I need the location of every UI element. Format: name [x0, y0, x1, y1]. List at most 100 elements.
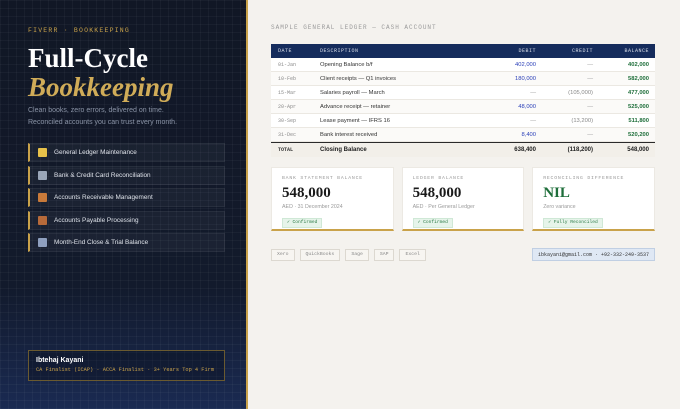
ledger-icon	[38, 148, 47, 157]
header-credit: CREDIT	[571, 48, 593, 54]
row-description: Lease payment — IFRS 16	[320, 117, 390, 124]
table-row: 30-Sep Lease payment — IFRS 16 — (13,200…	[271, 114, 655, 128]
ledger-section-title: SAMPLE GENERAL LEDGER — CASH ACCOUNT	[271, 24, 437, 31]
services-list: General Ledger Maintenance Bank & Credit…	[28, 143, 225, 252]
service-label: Bank & Credit Card Reconciliation	[54, 171, 151, 179]
row-credit: —	[587, 61, 593, 68]
table-row: 15-Mar Salaries payroll — March — (105,0…	[271, 86, 655, 100]
profile-name: Ibtehaj Kayani	[36, 357, 84, 364]
profile-card: Ibtehaj Kayani CA Finalist (ICAP) · ACCA…	[28, 350, 225, 381]
row-description: Bank interest received	[320, 131, 378, 138]
service-label: Accounts Receivable Management	[54, 194, 153, 201]
row-balance: 525,000	[628, 103, 649, 110]
service-label: Month-End Close & Trial Balance	[54, 239, 149, 246]
total-credit: (118,200)	[567, 147, 593, 153]
ledger-total-row: TOTAL Closing Balance 638,400 (118,200) …	[271, 142, 655, 157]
table-row: 10-Feb Client receipts — Q1 invoices 180…	[271, 72, 655, 86]
eyebrow-label: FIVERR · BOOKKEEPING	[28, 27, 131, 34]
row-debit: 402,000	[515, 61, 536, 68]
tagline: Clean books, zero errors, delivered on t…	[28, 105, 224, 128]
card-subtext: AED · Per General Ledger	[412, 204, 475, 210]
header-description: DESCRIPTION	[320, 48, 359, 54]
tagline-line1: Clean books, zero errors, delivered on t…	[28, 107, 164, 114]
right-panel: SAMPLE GENERAL LEDGER — CASH ACCOUNT DAT…	[248, 0, 680, 409]
ledger-header-row: DATE DESCRIPTION DEBIT CREDIT BALANCE	[271, 44, 655, 58]
chart-icon	[38, 238, 47, 247]
card-value: 548,000	[412, 185, 462, 201]
tool-tag-excel: Excel	[399, 248, 426, 261]
row-date: 01-Jan	[278, 61, 297, 68]
tool-tag-sage: Sage	[345, 248, 369, 261]
tagline-line2: Reconciled accounts you can trust every …	[28, 118, 178, 126]
service-item-month-end-close: Month-End Close & Trial Balance	[28, 233, 225, 252]
total-description: Closing Balance	[320, 147, 367, 153]
row-balance: 402,000	[628, 61, 649, 68]
row-date: 30-Sep	[278, 117, 297, 124]
reconciling-difference-card: RECONCILING DIFFERENCE NIL Zero variance…	[532, 167, 655, 231]
service-item-accounts-receivable: Accounts Receivable Management	[28, 188, 225, 207]
table-row: 01-Jan Opening Balance b/f 402,000 — 402…	[271, 58, 655, 72]
status-badge: ✓ Confirmed	[282, 217, 323, 228]
service-item-bank-reconciliation: Bank & Credit Card Reconciliation	[28, 165, 225, 185]
card-value: 548,000	[282, 185, 331, 201]
row-date: 10-Feb	[278, 75, 297, 82]
card-label: LEDGER BALANCE	[412, 176, 465, 181]
tool-tag-quickbooks: QuickBooks	[299, 248, 341, 261]
row-balance: 582,000	[628, 75, 649, 82]
status-badge: ✓ Confirmed	[412, 217, 453, 228]
software-tags: Xero QuickBooks Sage SAP Excel	[271, 248, 426, 261]
row-balance: 520,200	[628, 131, 649, 138]
reconciliation-cards: BANK STATEMENT BALANCE 548,000 AED · 31 …	[271, 167, 680, 231]
row-description: Advance receipt — retainer	[320, 103, 391, 110]
total-debit: 638,400	[514, 147, 536, 153]
ledger-balance-card: LEDGER BALANCE 548,000 AED · Per General…	[401, 167, 525, 231]
payable-icon	[38, 215, 47, 225]
row-balance: 511,800	[628, 117, 649, 124]
header-balance: BALANCE	[624, 48, 649, 54]
row-debit: —	[530, 117, 536, 124]
header-date: DATE	[278, 48, 293, 54]
row-date: 31-Dec	[278, 131, 297, 138]
row-debit: 180,000	[515, 75, 536, 82]
tool-tag-xero: Xero	[271, 248, 295, 261]
contact-info[interactable]: ibkayani@gmail.com · +92-332-249-3537	[531, 248, 655, 261]
service-label: Accounts Payable Processing	[54, 216, 139, 224]
service-label: General Ledger Maintenance	[54, 149, 137, 156]
row-credit: —	[587, 131, 593, 138]
total-label: TOTAL	[278, 147, 294, 153]
card-subtext: Zero variance	[543, 204, 576, 210]
row-debit: 48,000	[518, 103, 536, 110]
bank-icon	[38, 170, 47, 180]
card-label: BANK STATEMENT BALANCE	[282, 176, 363, 181]
card-label: RECONCILING DIFFERENCE	[543, 176, 625, 181]
service-item-general-ledger: General Ledger Maintenance	[28, 143, 225, 162]
hero-title-line1: Full-Cycle	[28, 43, 148, 73]
row-debit: 8,400	[521, 131, 536, 138]
header-debit: DEBIT	[518, 48, 536, 54]
row-credit: —	[587, 103, 593, 110]
row-credit: (105,000)	[568, 89, 593, 96]
hero-title-line2: Bookkeeping	[28, 72, 174, 102]
row-date: 20-Apr	[278, 103, 297, 110]
left-panel: FIVERR · BOOKKEEPING Full-Cycle Bookkeep…	[0, 0, 248, 409]
card-subtext: AED · 31 December 2024	[282, 204, 343, 210]
profile-credentials: CA Finalist (ICAP) · ACCA Finalist · 3+ …	[36, 367, 215, 373]
table-row: 20-Apr Advance receipt — retainer 48,000…	[271, 100, 655, 114]
card-value: NIL	[543, 185, 570, 201]
general-ledger-table: DATE DESCRIPTION DEBIT CREDIT BALANCE 01…	[271, 44, 655, 157]
row-date: 15-Mar	[278, 89, 297, 96]
table-row: 31-Dec Bank interest received 8,400 — 52…	[271, 128, 655, 142]
row-balance: 477,000	[628, 89, 649, 96]
row-description: Salaries payroll — March	[320, 89, 385, 96]
row-credit: —	[587, 75, 593, 82]
row-credit: (13,200)	[571, 117, 593, 124]
status-badge: ✓ Fully Reconciled	[543, 217, 603, 228]
footer-bar: Xero QuickBooks Sage SAP Excel ibkayani@…	[271, 248, 655, 261]
bank-statement-balance-card: BANK STATEMENT BALANCE 548,000 AED · 31 …	[271, 167, 394, 231]
receivable-icon	[38, 193, 47, 202]
tool-tag-sap: SAP	[373, 248, 395, 261]
row-description: Opening Balance b/f	[320, 61, 373, 68]
row-description: Client receipts — Q1 invoices	[320, 75, 397, 82]
row-debit: —	[530, 89, 536, 96]
ledger-rows: 01-Jan Opening Balance b/f 402,000 — 402…	[271, 58, 655, 142]
